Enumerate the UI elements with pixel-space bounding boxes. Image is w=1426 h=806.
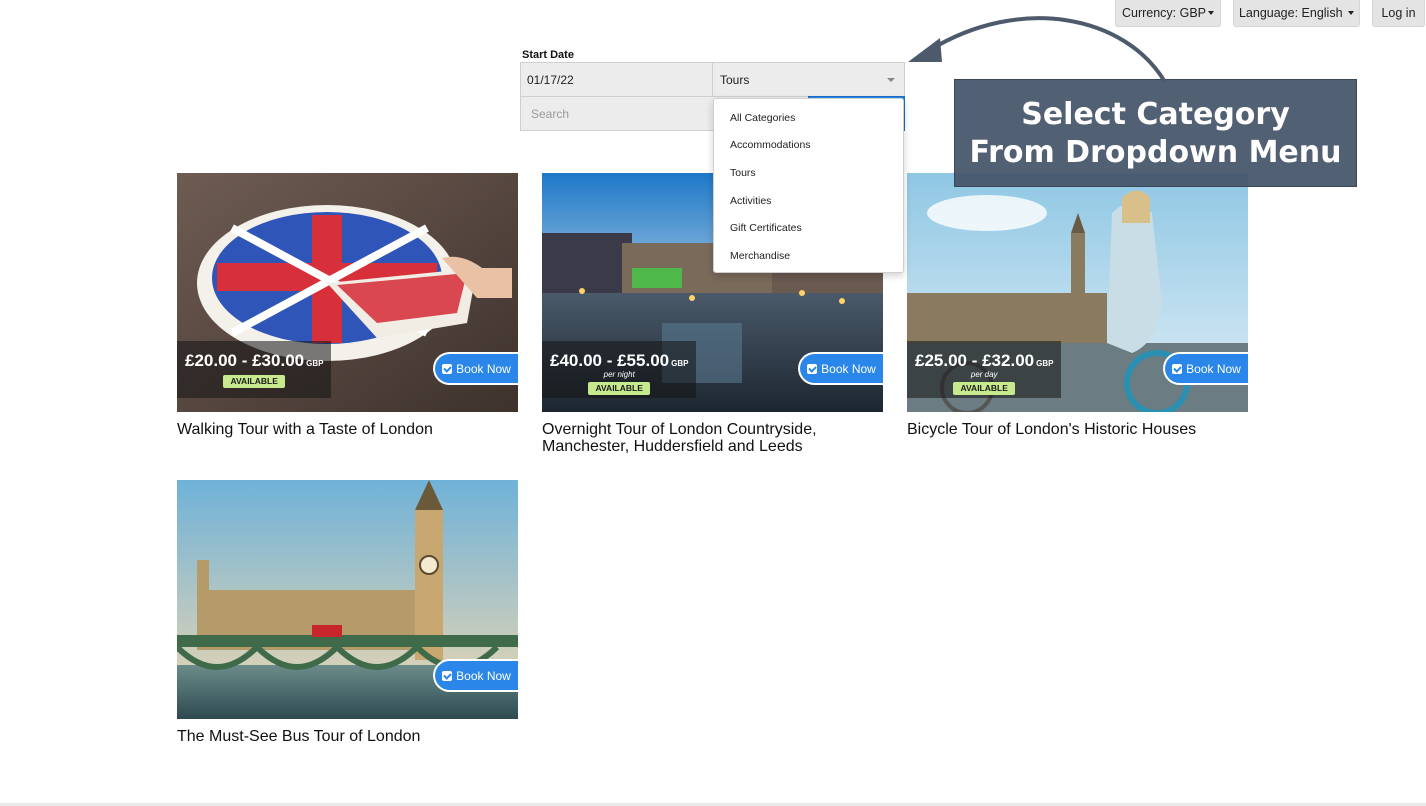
status-badge: AVAILABLE (953, 382, 1016, 395)
book-now-button[interactable]: Book Now (1163, 352, 1248, 385)
login-button[interactable]: Log in (1372, 0, 1425, 27)
caret-down-icon (1348, 11, 1355, 15)
checkbox-icon (1172, 363, 1183, 374)
callout-line-2: From Dropdown Menu (969, 135, 1342, 170)
language-label: Language: English (1238, 6, 1343, 20)
book-now-button[interactable]: Book Now (798, 352, 883, 385)
book-now-button[interactable]: Book Now (433, 659, 518, 692)
dropdown-item-all-categories[interactable]: All Categories (730, 112, 795, 124)
checkbox-icon (807, 363, 818, 374)
category-dropdown-menu: All Categories Accommodations Tours Acti… (713, 98, 904, 273)
tour-title[interactable]: The Must-See Bus Tour of London (177, 728, 518, 745)
caret-down-icon (1208, 11, 1215, 15)
price-range: £20.00 - £30.00 GBP (185, 351, 324, 370)
start-date-value: 01/17/22 (527, 72, 574, 87)
category-select-value: Tours (720, 72, 750, 87)
tour-title[interactable]: Walking Tour with a Taste of London (177, 421, 518, 438)
callout-arrow-icon (908, 16, 1167, 84)
price-unit: per day (970, 370, 998, 379)
dropdown-item-tours[interactable]: Tours (730, 167, 756, 179)
callout-line-1: Select Category (1021, 97, 1290, 132)
dropdown-item-accommodations[interactable]: Accommodations (730, 139, 811, 151)
checkbox-icon (442, 363, 453, 374)
login-label: Log in (1381, 6, 1416, 20)
status-badge: AVAILABLE (588, 382, 651, 395)
chevron-down-icon (887, 78, 895, 82)
price-box: £20.00 - £30.00 GBP AVAILABLE (177, 341, 332, 398)
start-date-label: Start Date (522, 49, 574, 61)
status-badge: AVAILABLE (223, 375, 286, 388)
dropdown-item-activities[interactable]: Activities (730, 195, 771, 207)
tour-title[interactable]: Overnight Tour of London Countryside, Ma… (542, 421, 883, 455)
book-now-button[interactable]: Book Now (433, 352, 518, 385)
dropdown-item-gift-certificates[interactable]: Gift Certificates (730, 222, 802, 234)
price-box: £25.00 - £32.00 GBP per day AVAILABLE (907, 341, 1062, 398)
callout-box: Select Category From Dropdown Menu (954, 79, 1357, 187)
category-select[interactable]: Tours (712, 62, 905, 97)
price-box: £40.00 - £55.00 GBP per night AVAILABLE (542, 341, 697, 398)
price-unit: per night (603, 370, 635, 379)
dropdown-item-merchandise[interactable]: Merchandise (730, 250, 790, 262)
tour-title[interactable]: Bicycle Tour of London's Historic Houses (907, 421, 1248, 438)
price-range: £25.00 - £32.00 GBP (915, 351, 1054, 370)
language-button[interactable]: Language: English (1233, 0, 1360, 27)
search-placeholder: Search (531, 106, 570, 121)
price-range: £40.00 - £55.00 GBP (550, 351, 689, 370)
checkbox-icon (442, 670, 453, 681)
start-date-input[interactable]: 01/17/22 (520, 62, 713, 97)
